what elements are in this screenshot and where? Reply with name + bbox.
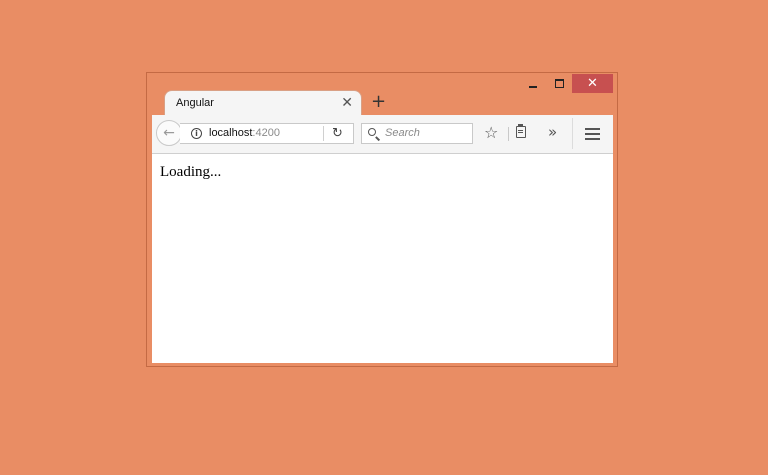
url-divider	[323, 126, 324, 141]
url-host: localhost	[209, 127, 253, 139]
bookmark-star-icon[interactable]: ☆	[484, 124, 498, 142]
address-bar[interactable]: i localhost:4200 ↻	[180, 123, 354, 144]
browser-window: ✕ Angular ✕ + ← i localhost:4200 ↻ Searc…	[146, 72, 618, 367]
hamburger-menu-icon[interactable]	[585, 128, 600, 130]
window-controls: ✕	[520, 74, 613, 93]
search-placeholder: Search	[385, 127, 420, 139]
loading-text: Loading...	[160, 164, 222, 180]
back-arrow-icon: ←	[163, 125, 175, 141]
page-content: Loading...	[152, 154, 613, 363]
tab-title: Angular	[176, 97, 214, 109]
maximize-icon	[554, 79, 564, 88]
back-button[interactable]: ←	[156, 120, 182, 146]
search-input[interactable]: Search	[361, 123, 473, 144]
url-port: :4200	[252, 127, 280, 139]
url-text[interactable]: localhost:4200	[209, 127, 280, 139]
reload-icon[interactable]: ↻	[332, 125, 343, 142]
close-icon: ✕	[587, 76, 598, 91]
close-window-button[interactable]: ✕	[572, 74, 613, 93]
overflow-chevron-icon[interactable]: »	[548, 123, 557, 141]
minimize-button[interactable]	[520, 74, 546, 93]
minimize-icon	[529, 85, 537, 88]
search-icon	[368, 128, 376, 136]
menu-divider	[572, 118, 573, 149]
maximize-button[interactable]	[546, 74, 572, 93]
clipboard-icon[interactable]	[516, 124, 526, 138]
tab-close-icon[interactable]: ✕	[341, 94, 353, 112]
info-icon[interactable]: i	[191, 128, 202, 139]
toolbar-divider	[508, 127, 509, 141]
tab-angular[interactable]: Angular ✕	[164, 90, 362, 116]
new-tab-button[interactable]: +	[371, 92, 386, 112]
navigation-toolbar: ← i localhost:4200 ↻ Search ☆ »	[152, 115, 613, 154]
